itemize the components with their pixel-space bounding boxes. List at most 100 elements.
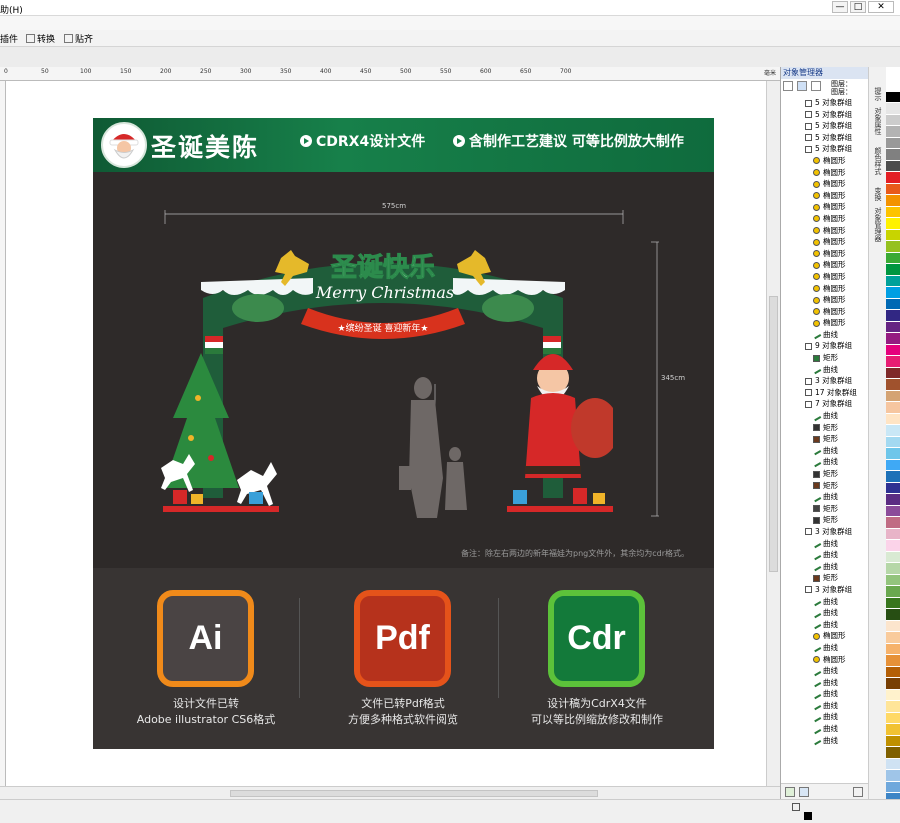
tree-row-ellipse[interactable]: 椭圆形	[781, 294, 869, 306]
palette-swatch[interactable]	[886, 609, 900, 621]
design-artboard[interactable]: 圣诞美陈 CDRX4设计文件 含制作工艺建议 可等比例放大制作 575cm 34…	[93, 118, 714, 749]
palette-swatch[interactable]	[886, 379, 900, 391]
palette-swatch[interactable]	[886, 436, 900, 448]
palette-swatch[interactable]	[886, 229, 900, 241]
tree-row-rect[interactable]: 矩形	[781, 503, 869, 515]
tree-row-rect[interactable]: 矩形	[781, 572, 869, 584]
palette-swatch[interactable]	[886, 413, 900, 425]
layer-icon[interactable]	[783, 81, 793, 91]
palette-swatch[interactable]	[886, 689, 900, 701]
snap-menu[interactable]: 贴齐	[64, 32, 93, 45]
tree-row-group[interactable]: 3 对象群组	[781, 584, 869, 596]
tree-row-curve[interactable]: 曲线	[781, 700, 869, 712]
palette-swatch[interactable]	[886, 620, 900, 632]
palette-swatch[interactable]	[886, 91, 900, 103]
palette-swatch[interactable]	[886, 137, 900, 149]
scroll-thumb[interactable]	[769, 296, 778, 572]
tree-row-group[interactable]: 3 对象群组	[781, 375, 869, 387]
tree-row-ellipse[interactable]: 椭圆形	[781, 155, 869, 167]
tree-row-curve[interactable]: 曲线	[781, 538, 869, 550]
palette-swatch[interactable]	[886, 747, 900, 759]
palette-swatch[interactable]	[886, 367, 900, 379]
plugin-menu[interactable]: 插件	[0, 32, 18, 45]
minimize-button[interactable]: —	[832, 1, 848, 13]
tree-row-curve[interactable]: 曲线	[781, 561, 869, 573]
color-palette[interactable]	[886, 80, 900, 805]
palette-swatch[interactable]	[886, 666, 900, 678]
tree-row-rect[interactable]: 矩形	[781, 422, 869, 434]
convert-menu[interactable]: 转换	[26, 32, 55, 45]
palette-swatch[interactable]	[886, 643, 900, 655]
palette-swatch[interactable]	[886, 517, 900, 529]
tree-row-curve[interactable]: 曲线	[781, 596, 869, 608]
vertical-scrollbar[interactable]	[766, 81, 780, 786]
palette-swatch[interactable]	[886, 701, 900, 713]
tree-row-ellipse[interactable]: 椭圆形	[781, 178, 869, 190]
tree-row-curve[interactable]: 曲线	[781, 688, 869, 700]
palette-swatch[interactable]	[886, 390, 900, 402]
tree-row-ellipse[interactable]: 椭圆形	[781, 630, 869, 642]
palette-swatch[interactable]	[886, 126, 900, 138]
tree-row-curve[interactable]: 曲线	[781, 723, 869, 735]
tree-row-curve[interactable]: 曲线	[781, 456, 869, 468]
tree-row-ellipse[interactable]: 椭圆形	[781, 306, 869, 318]
palette-swatch[interactable]	[886, 298, 900, 310]
tree-row-group[interactable]: 5 对象群组	[781, 143, 869, 155]
horizontal-ruler[interactable]: 0 50 100 150 200 250 300 350 400 450 500…	[0, 67, 780, 81]
palette-swatch[interactable]	[886, 321, 900, 333]
palette-swatch[interactable]	[886, 632, 900, 644]
palette-swatch[interactable]	[886, 770, 900, 782]
docker-tab[interactable]: 对象管理器	[873, 207, 883, 242]
palette-swatch[interactable]	[886, 712, 900, 724]
tree-row-ellipse[interactable]: 椭圆形	[781, 654, 869, 666]
tree-row-curve[interactable]: 曲线	[781, 607, 869, 619]
tree-row-ellipse[interactable]: 椭圆形	[781, 167, 869, 179]
palette-swatch[interactable]	[886, 563, 900, 575]
palette-swatch[interactable]	[886, 758, 900, 770]
tree-row-curve[interactable]: 曲线	[781, 410, 869, 422]
palette-swatch[interactable]	[886, 655, 900, 667]
tree-row-curve[interactable]: 曲线	[781, 735, 869, 747]
palette-swatch[interactable]	[886, 172, 900, 184]
palette-swatch[interactable]	[886, 597, 900, 609]
palette-swatch[interactable]	[886, 586, 900, 598]
tree-row-group[interactable]: 5 对象群组	[781, 97, 869, 109]
tree-row-group[interactable]: 3 对象群组	[781, 526, 869, 538]
palette-swatch[interactable]	[886, 344, 900, 356]
palette-swatch[interactable]	[886, 149, 900, 161]
palette-swatch[interactable]	[886, 287, 900, 299]
layer-icon[interactable]	[797, 81, 807, 91]
docker-tab[interactable]: 颜色样式	[873, 147, 883, 175]
palette-swatch[interactable]	[886, 448, 900, 460]
palette-swatch[interactable]	[886, 482, 900, 494]
tree-row-ellipse[interactable]: 椭圆形	[781, 259, 869, 271]
tree-row-ellipse[interactable]: 椭圆形	[781, 225, 869, 237]
tree-row-group[interactable]: 7 对象群组	[781, 398, 869, 410]
palette-swatch[interactable]	[886, 218, 900, 230]
palette-swatch[interactable]	[886, 781, 900, 793]
palette-swatch[interactable]	[886, 275, 900, 287]
horizontal-scrollbar[interactable]	[0, 786, 780, 799]
palette-swatch[interactable]	[886, 471, 900, 483]
new-master-layer-icon[interactable]	[799, 787, 809, 797]
docker-tab[interactable]: 对象属性	[873, 107, 883, 135]
palette-swatch[interactable]	[886, 195, 900, 207]
scroll-thumb[interactable]	[230, 790, 598, 797]
delete-icon[interactable]	[853, 787, 863, 797]
palette-swatch[interactable]	[886, 505, 900, 517]
tree-row-rect[interactable]: 矩形	[781, 352, 869, 364]
tree-row-group[interactable]: 5 对象群组	[781, 109, 869, 121]
layer-icon[interactable]	[811, 81, 821, 91]
palette-swatch[interactable]	[886, 540, 900, 552]
palette-swatch[interactable]	[886, 103, 900, 115]
tree-row-curve[interactable]: 曲线	[781, 642, 869, 654]
palette-swatch[interactable]	[886, 80, 900, 92]
tree-row-curve[interactable]: 曲线	[781, 711, 869, 723]
tree-row-rect[interactable]: 矩形	[781, 514, 869, 526]
tree-row-curve[interactable]: 曲线	[781, 329, 869, 341]
palette-swatch[interactable]	[886, 356, 900, 368]
tree-row-ellipse[interactable]: 椭圆形	[781, 283, 869, 295]
palette-swatch[interactable]	[886, 183, 900, 195]
tree-row-curve[interactable]: 曲线	[781, 491, 869, 503]
palette-swatch[interactable]	[886, 160, 900, 172]
